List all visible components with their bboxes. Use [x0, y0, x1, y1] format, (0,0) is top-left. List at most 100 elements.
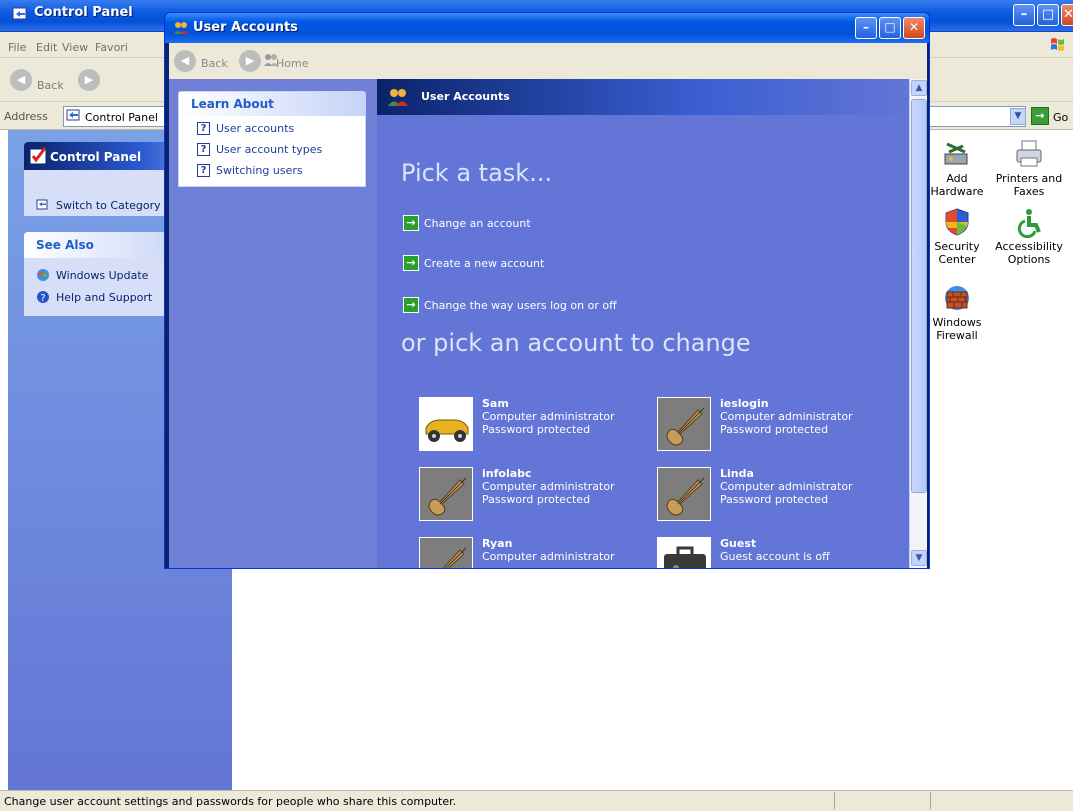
green-arrow-icon: → — [403, 297, 419, 313]
help-question-icon: ? — [197, 143, 210, 156]
task-label[interactable]: Create a new account — [424, 257, 544, 270]
user-accounts-titlebar[interactable]: User Accounts – □ ✕ — [165, 13, 929, 43]
ua-back-button-label[interactable]: Back — [201, 57, 228, 70]
green-arrow-icon: → — [403, 255, 419, 271]
back-button-label[interactable]: Back — [37, 79, 64, 92]
account-tile-linda[interactable]: Linda Computer administrator Password pr… — [657, 467, 897, 523]
learn-user-accounts-link[interactable]: User accounts — [216, 122, 294, 135]
task-label[interactable]: Change an account — [424, 217, 531, 230]
status-text: Change user account settings and passwor… — [4, 795, 457, 808]
account-picture — [657, 467, 711, 521]
ua-vertical-scrollbar[interactable]: ▲ ▼ — [909, 79, 927, 568]
learn-switching-users-link[interactable]: Switching users — [216, 164, 303, 177]
windows-firewall-item[interactable]: Windows Firewall — [922, 282, 992, 342]
add-hardware-item[interactable]: Add Hardware — [922, 138, 992, 198]
account-name: Guest — [720, 537, 757, 550]
printers-and-faxes-label: Printers and Faxes — [995, 172, 1063, 198]
learn-user-account-types-link[interactable]: User account types — [216, 143, 322, 156]
accessibility-options-label: Accessibility Options — [995, 240, 1063, 266]
ua-back-arrow-icon[interactable]: ◀ — [174, 50, 196, 72]
security-center-label: Security Center — [934, 240, 980, 266]
guitar-picture-icon — [658, 468, 710, 520]
forward-arrow-icon[interactable]: ▶ — [78, 69, 100, 91]
menu-file[interactable]: File — [8, 41, 26, 54]
account-status: Guest account is off — [720, 550, 830, 563]
help-and-support-link[interactable]: Help and Support — [56, 291, 152, 304]
menu-edit[interactable]: Edit — [36, 41, 57, 54]
account-picture — [419, 537, 473, 568]
accessibility-icon — [1017, 209, 1041, 238]
account-type: Computer administrator — [720, 410, 853, 423]
ua-main-header-title: User Accounts — [421, 90, 510, 103]
ua-home-button-label[interactable]: Home — [276, 57, 308, 70]
back-arrow-icon[interactable]: ◀ — [10, 69, 32, 91]
address-value: Control Panel — [85, 111, 158, 124]
menu-favorites[interactable]: Favori — [95, 41, 128, 54]
ua-forward-arrow-icon[interactable]: ▶ — [239, 50, 261, 72]
windows-update-icon — [37, 269, 49, 281]
switch-view-icon — [36, 199, 48, 210]
guitar-picture-icon — [658, 398, 710, 450]
car-picture-icon — [425, 419, 469, 442]
learn-about-header: Learn About — [179, 92, 365, 116]
account-name: infolabc — [482, 467, 532, 480]
printer-icon — [1016, 140, 1042, 167]
control-panel-small-icon — [66, 109, 80, 121]
minimize-button[interactable]: – — [1013, 4, 1035, 26]
ua-main-pane: User Accounts Pick a task... → Change an… — [377, 79, 909, 568]
svg-text:?: ? — [40, 293, 45, 304]
security-shield-icon — [945, 208, 969, 236]
account-password-status: Password protected — [482, 423, 591, 436]
firewall-icon — [945, 286, 969, 310]
account-password-status: Password protected — [720, 493, 829, 506]
address-dropdown-icon[interactable]: ▼ — [1010, 108, 1026, 125]
window-title: Control Panel — [34, 5, 133, 20]
account-password-status: Password protected — [482, 493, 591, 506]
help-question-icon: ? — [197, 164, 210, 177]
account-picture — [419, 467, 473, 521]
account-password-status: Password protected — [720, 423, 829, 436]
guitar-picture-icon — [420, 468, 472, 520]
close-button[interactable]: ✕ — [1061, 4, 1073, 26]
ua-main-header: User Accounts — [377, 79, 909, 115]
security-center-item[interactable]: Security Center — [922, 206, 992, 266]
account-type: Computer administrator — [482, 550, 615, 563]
user-accounts-header-icon — [388, 89, 408, 106]
account-picture — [657, 537, 711, 568]
accessibility-options-item[interactable]: Accessibility Options — [994, 206, 1064, 266]
pick-account-heading: or pick an account to change — [401, 329, 751, 357]
account-type: Computer administrator — [482, 410, 615, 423]
user-accounts-title: User Accounts — [193, 20, 298, 35]
menu-view[interactable]: View — [62, 41, 88, 54]
switch-to-category-view-link[interactable]: Switch to Category V — [56, 199, 172, 212]
maximize-button[interactable]: □ — [1037, 4, 1059, 26]
account-tile-ryan[interactable]: Ryan Computer administrator — [419, 537, 659, 568]
account-tile-guest[interactable]: Guest Guest account is off — [657, 537, 897, 568]
scroll-up-icon[interactable]: ▲ — [911, 80, 927, 96]
ua-minimize-button[interactable]: – — [855, 17, 877, 39]
add-hardware-label: Add Hardware — [930, 172, 984, 198]
account-name: ieslogin — [720, 397, 769, 410]
account-name: Ryan — [482, 537, 513, 550]
windows-update-link[interactable]: Windows Update — [56, 269, 148, 282]
ua-close-button[interactable]: ✕ — [903, 17, 925, 39]
go-arrow-icon[interactable]: → — [1031, 107, 1049, 125]
task-label[interactable]: Change the way users log on or off — [424, 299, 617, 312]
printers-and-faxes-item[interactable]: Printers and Faxes — [994, 138, 1064, 198]
control-panel-check-icon — [29, 147, 47, 165]
windows-firewall-label: Windows Firewall — [932, 316, 982, 342]
account-tile-infolabc[interactable]: infolabc Computer administrator Password… — [419, 467, 659, 523]
status-divider — [834, 792, 835, 809]
account-tile-ieslogin[interactable]: ieslogin Computer administrator Password… — [657, 397, 897, 453]
scroll-thumb[interactable] — [911, 99, 927, 493]
guitar-picture-icon — [420, 538, 472, 568]
go-button-label[interactable]: Go — [1053, 111, 1068, 124]
account-type: Computer administrator — [720, 480, 853, 493]
control-panel-icon — [12, 7, 27, 20]
pick-a-task-heading: Pick a task... — [401, 159, 553, 187]
ua-maximize-button[interactable]: □ — [879, 17, 901, 39]
account-tile-sam[interactable]: Sam Computer administrator Password prot… — [419, 397, 659, 453]
address-label: Address — [4, 110, 48, 123]
scroll-down-icon[interactable]: ▼ — [911, 550, 927, 566]
account-name: Sam — [482, 397, 509, 410]
